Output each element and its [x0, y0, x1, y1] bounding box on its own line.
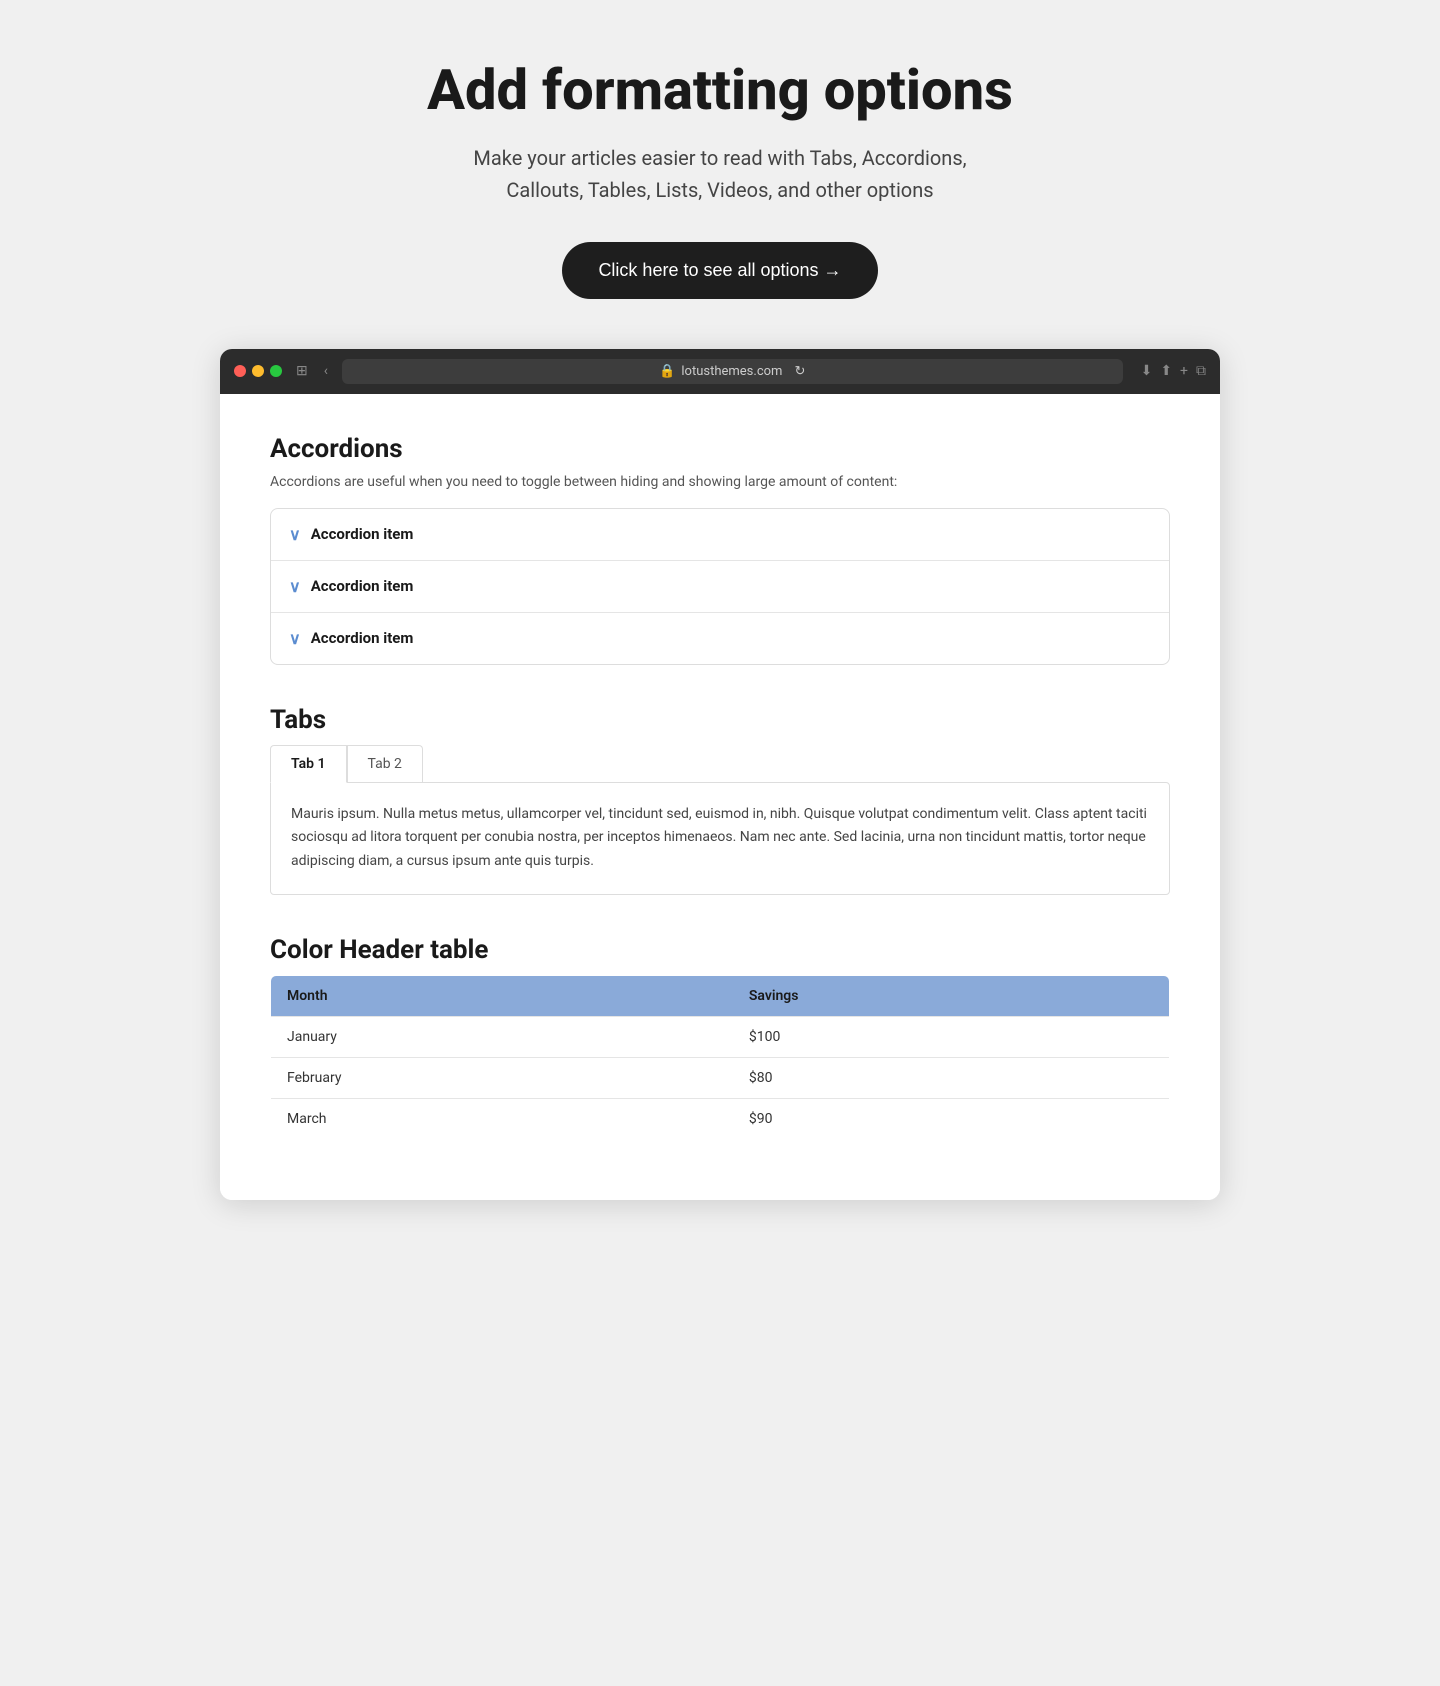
table-cell-savings-3: $90	[733, 1098, 1170, 1139]
tabs-section: Tabs Tab 1 Tab 2 Mauris ipsum. Nulla met…	[270, 705, 1170, 895]
accordion-container: ∨ Accordion item ∨ Accordion item ∨ Acco…	[270, 508, 1170, 665]
browser-content: Accordions Accordions are useful when yo…	[220, 394, 1220, 1200]
accordion-item-2[interactable]: ∨ Accordion item	[271, 561, 1169, 613]
new-tab-icon[interactable]: +	[1180, 363, 1188, 379]
browser-back-icon[interactable]: ‹	[320, 361, 332, 381]
tabs-icon[interactable]: ⧉	[1196, 363, 1206, 379]
hero-section: Add formatting options Make your article…	[220, 60, 1220, 299]
browser-nav: ⊞ ‹	[292, 361, 332, 381]
cta-button[interactable]: Click here to see all options →	[562, 242, 877, 299]
table-header-month: Month	[271, 975, 733, 1016]
table-row-2: February $80	[271, 1057, 1170, 1098]
url-text: lotusthemes.com	[681, 364, 782, 379]
table-title: Color Header table	[270, 935, 1170, 965]
tab-1[interactable]: Tab 1	[270, 745, 347, 783]
dot-red[interactable]	[234, 365, 246, 377]
download-icon[interactable]: ⬇	[1141, 363, 1153, 379]
dot-green[interactable]	[270, 365, 282, 377]
lock-icon: 🔒	[659, 364, 675, 379]
data-table: Month Savings January $100 February $80	[270, 975, 1170, 1140]
accordion-item-1[interactable]: ∨ Accordion item	[271, 509, 1169, 561]
browser-window: ⊞ ‹ 🔒 lotusthemes.com ↻ ⬇ ⬆ + ⧉ Accordio…	[220, 349, 1220, 1200]
table-row-3: March $90	[271, 1098, 1170, 1139]
browser-actions: ⬇ ⬆ + ⧉	[1141, 363, 1206, 379]
dot-yellow[interactable]	[252, 365, 264, 377]
browser-addressbar: 🔒 lotusthemes.com ↻	[342, 359, 1123, 384]
accordion-label-3: Accordion item	[311, 629, 414, 647]
browser-dots	[234, 365, 282, 377]
table-section: Color Header table Month Savings January…	[270, 935, 1170, 1140]
table-cell-month-1: January	[271, 1016, 733, 1057]
accordions-title: Accordions	[270, 434, 1170, 464]
table-cell-savings-2: $80	[733, 1057, 1170, 1098]
hero-subtitle: Make your articles easier to read with T…	[220, 142, 1220, 206]
table-header-row: Month Savings	[271, 975, 1170, 1016]
tabs-nav: Tab 1 Tab 2	[270, 745, 1170, 782]
accordions-section: Accordions Accordions are useful when yo…	[270, 434, 1170, 665]
table-cell-month-2: February	[271, 1057, 733, 1098]
table-cell-savings-1: $100	[733, 1016, 1170, 1057]
accordion-label-1: Accordion item	[311, 525, 414, 543]
accordion-label-2: Accordion item	[311, 577, 414, 595]
refresh-icon[interactable]: ↻	[794, 364, 805, 379]
table-header-savings: Savings	[733, 975, 1170, 1016]
accordion-item-3[interactable]: ∨ Accordion item	[271, 613, 1169, 664]
accordions-description: Accordions are useful when you need to t…	[270, 474, 1170, 490]
table-row-1: January $100	[271, 1016, 1170, 1057]
tab-2[interactable]: Tab 2	[347, 745, 423, 782]
tab-content-text: Mauris ipsum. Nulla metus metus, ullamco…	[291, 803, 1149, 874]
share-icon[interactable]: ⬆	[1160, 363, 1172, 379]
chevron-down-icon-2: ∨	[289, 577, 301, 596]
browser-chrome: ⊞ ‹ 🔒 lotusthemes.com ↻ ⬇ ⬆ + ⧉	[220, 349, 1220, 394]
browser-grid-icon[interactable]: ⊞	[292, 361, 312, 381]
tabs-content: Mauris ipsum. Nulla metus metus, ullamco…	[270, 782, 1170, 895]
chevron-down-icon-3: ∨	[289, 629, 301, 648]
table-cell-month-3: March	[271, 1098, 733, 1139]
tabs-title: Tabs	[270, 705, 1170, 735]
page-title: Add formatting options	[220, 60, 1220, 122]
chevron-down-icon-1: ∨	[289, 525, 301, 544]
page-wrapper: Add formatting options Make your article…	[220, 60, 1220, 1200]
